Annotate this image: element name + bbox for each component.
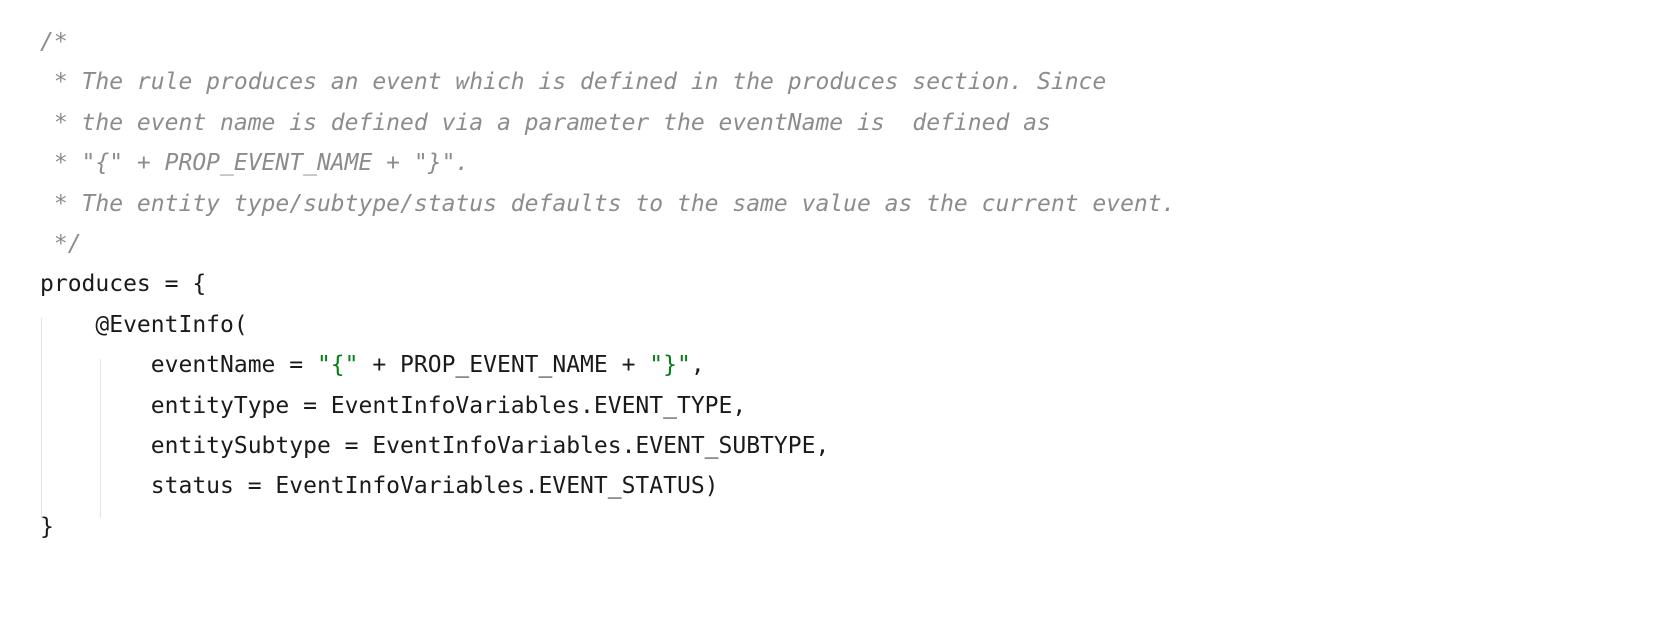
code-content[interactable]: /* * The rule produces an event which is… bbox=[0, 0, 1680, 547]
code-token-comment: * the event name is defined via a parame… bbox=[40, 109, 1051, 136]
code-line[interactable]: * The entity type/subtype/status default… bbox=[0, 184, 1680, 224]
code-token-comment: /* bbox=[40, 29, 68, 55]
code-line[interactable]: */ bbox=[0, 224, 1680, 264]
code-line[interactable]: eventName = "{" + PROP_EVENT_NAME + "}", bbox=[0, 345, 1680, 385]
code-token-comment: */ bbox=[40, 230, 82, 257]
code-token-plain: entitySubtype = EventInfoVariables.EVENT… bbox=[40, 432, 830, 459]
code-editor[interactable]: /* * The rule produces an event which is… bbox=[0, 0, 1680, 637]
code-token-comment: * The entity type/subtype/status default… bbox=[40, 190, 1176, 217]
code-token-comment: * The rule produces an event which is de… bbox=[40, 69, 1107, 96]
code-line[interactable]: status = EventInfoVariables.EVENT_STATUS… bbox=[0, 466, 1680, 506]
code-line[interactable]: produces = { bbox=[0, 264, 1680, 304]
code-token-plain: } bbox=[40, 513, 54, 540]
code-line[interactable]: /* bbox=[0, 22, 1680, 62]
code-token-string: "}" bbox=[649, 352, 691, 379]
code-token-string: "{" bbox=[316, 352, 359, 379]
code-token-comment: * "{" + PROP_EVENT_NAME + "}". bbox=[40, 150, 470, 177]
code-token-plain: produces = { bbox=[40, 271, 207, 298]
code-line[interactable]: @EventInfo( bbox=[0, 305, 1680, 345]
code-line[interactable]: * The rule produces an event which is de… bbox=[0, 62, 1680, 102]
code-token-plain: entityType = EventInfoVariables.EVENT_TY… bbox=[40, 392, 747, 419]
code-line[interactable]: } bbox=[0, 507, 1680, 547]
code-line[interactable]: * "{" + PROP_EVENT_NAME + "}". bbox=[0, 143, 1680, 183]
code-token-plain: + PROP_EVENT_NAME + bbox=[358, 352, 650, 379]
code-token-plain: status = EventInfoVariables.EVENT_STATUS… bbox=[40, 473, 719, 500]
code-line[interactable]: entitySubtype = EventInfoVariables.EVENT… bbox=[0, 426, 1680, 466]
code-token-plain: @EventInfo( bbox=[40, 311, 248, 338]
code-token-plain: , bbox=[690, 352, 705, 379]
code-token-plain: eventName = bbox=[40, 352, 317, 379]
code-line[interactable]: entityType = EventInfoVariables.EVENT_TY… bbox=[0, 386, 1680, 426]
code-line[interactable]: * the event name is defined via a parame… bbox=[0, 103, 1680, 143]
